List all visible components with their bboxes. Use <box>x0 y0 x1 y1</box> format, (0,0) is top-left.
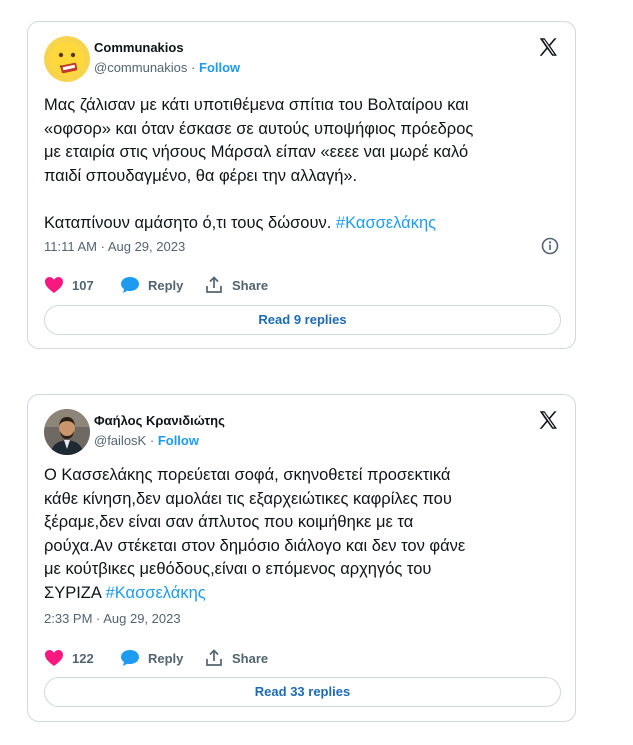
tweet-card: Φαήλος Κρανιδιώτης @failosK · Follow Ο Κ… <box>27 394 576 722</box>
share-label: Share <box>232 650 269 666</box>
author-handle[interactable]: @failosK <box>94 433 146 448</box>
tweet-text-line: κάθε κίνηση,δεν αμολάει τις εξαρχειώτικε… <box>44 489 452 508</box>
like-button[interactable]: 107 <box>44 276 94 294</box>
share-button[interactable]: Share <box>204 649 268 667</box>
reply-label: Reply <box>148 277 184 293</box>
tweet-text-line: «οφσορ» και όταν έσκασε σε αυτούς υποψήφ… <box>44 119 474 138</box>
tweet-text: Μας ζάλισαν με κάτι υποτιθέμενα σπίτια τ… <box>44 94 564 235</box>
speech-bubble-icon <box>121 277 139 293</box>
tweet-text-line: ΣΥΡΙΖΑ #Κασσελάκης <box>44 582 564 606</box>
separator-dot: · <box>149 433 155 448</box>
x-logo-icon[interactable] <box>537 409 559 431</box>
x-logo-icon[interactable] <box>537 36 559 58</box>
speech-bubble-icon <box>121 650 139 666</box>
tweet-text-plain: ΣΥΡΙΖΑ <box>44 583 106 602</box>
tweet-text-line: Καταπίνουν αμάσητο ό,τι τους δώσουν. #Κα… <box>44 212 564 236</box>
tweet-header: Communakios @communakios · Follow <box>44 36 559 82</box>
reply-button[interactable]: Reply <box>120 649 183 667</box>
author-name[interactable]: Φαήλος Κρανιδιώτης <box>94 413 225 428</box>
heart-icon <box>45 277 63 293</box>
hashtag-link[interactable]: #Κασσελάκης <box>336 214 436 232</box>
like-count: 107 <box>72 277 94 293</box>
info-icon[interactable] <box>541 237 559 255</box>
share-button[interactable]: Share <box>204 276 268 294</box>
author-handle-line: @communakios · Follow <box>94 60 240 75</box>
tweet-card: Communakios @communakios · Follow Μας ζά… <box>27 21 576 349</box>
read-replies-button[interactable]: Read 9 replies <box>44 305 561 335</box>
heart-icon <box>45 650 63 666</box>
tweet-text-line: με κούτβικες μεθόδους,είναι ο επόμενος α… <box>44 560 432 578</box>
avatar[interactable] <box>44 36 90 82</box>
like-button[interactable]: 122 <box>44 649 94 667</box>
timestamp[interactable]: 2:33 PM · Aug 29, 2023 <box>44 611 181 626</box>
share-icon <box>206 649 222 666</box>
author-handle[interactable]: @communakios <box>94 60 187 75</box>
share-label: Share <box>232 277 269 293</box>
tweet-text-line: με εταιρία στις νήσους Μάρσαλ είπαν «εεε… <box>44 143 469 161</box>
tweet-text-line: ξέραμε,δεν είναι σαν άπλυτος που κοιμήθη… <box>44 513 414 531</box>
tweet-text-line: παιδί σπουδαγμένο, θα φέρει την αλλαγή». <box>44 166 358 185</box>
author-name[interactable]: Communakios <box>94 40 184 55</box>
like-count: 122 <box>72 650 94 666</box>
author-handle-line: @failosK · Follow <box>94 433 199 448</box>
separator-dot: · <box>191 60 196 75</box>
avatar[interactable] <box>44 409 90 455</box>
tweet-text-line: ρούχα.Αν στέκεται στον δημόσιο διάλογο κ… <box>44 536 466 555</box>
reply-label: Reply <box>148 650 184 666</box>
tweet-header: Φαήλος Κρανιδιώτης @failosK · Follow <box>44 409 559 455</box>
share-icon <box>206 276 222 293</box>
tweet-text-line: Ο Κασσελάκης πορεύεται σοφά, σκηνοθετεί … <box>44 466 451 484</box>
tweet-text: Ο Κασσελάκης πορεύεται σοφά, σκηνοθετεί … <box>44 464 564 605</box>
follow-button[interactable]: Follow <box>158 433 199 448</box>
tweet-text-line: Μας ζάλισαν με κάτι υποτιθέμενα σπίτια τ… <box>44 96 469 114</box>
timestamp[interactable]: 11:11 AM · Aug 29, 2023 <box>44 239 185 254</box>
tweet-text-plain: Καταπίνουν αμάσητο ό,τι τους δώσουν. <box>44 213 336 232</box>
reply-button[interactable]: Reply <box>120 276 183 294</box>
follow-button[interactable]: Follow <box>199 60 240 75</box>
read-replies-button[interactable]: Read 33 replies <box>44 677 561 707</box>
hashtag-link[interactable]: #Κασσελάκης <box>106 584 206 602</box>
